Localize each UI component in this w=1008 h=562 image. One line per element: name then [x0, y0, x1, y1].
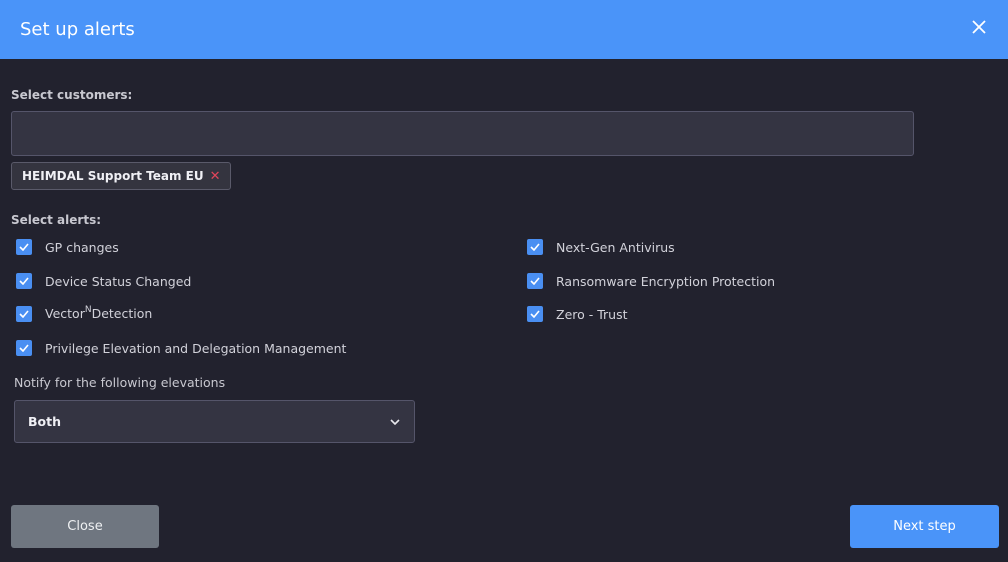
elevations-label: Notify for the following elevations	[14, 375, 226, 390]
alert-option-device-status[interactable]: Device Status Changed	[16, 271, 191, 291]
select-customers-label: Select customers:	[11, 88, 133, 102]
alert-label: VectorNDetection	[45, 305, 153, 322]
customer-chip: HEIMDAL Support Team EU ✕	[11, 162, 231, 190]
alert-label-tail: Detection	[91, 306, 153, 322]
customer-chip-label: HEIMDAL Support Team EU	[22, 169, 204, 183]
checkbox-checked-icon[interactable]	[527, 273, 543, 289]
next-step-button[interactable]: Next step	[850, 505, 999, 548]
alert-option-next-gen-antivirus[interactable]: Next-Gen Antivirus	[527, 237, 675, 257]
alert-label: Next-Gen Antivirus	[556, 239, 675, 255]
alert-option-gp-changes[interactable]: GP changes	[16, 237, 119, 257]
elevations-select[interactable]: Both	[14, 400, 415, 443]
alert-label: GP changes	[45, 239, 119, 255]
remove-chip-icon[interactable]: ✕	[210, 170, 221, 183]
alert-option-vectorn-detection[interactable]: VectorNDetection	[16, 304, 152, 324]
select-alerts-label: Select alerts:	[11, 213, 102, 227]
alert-label-main: Vector	[45, 306, 85, 322]
alert-option-privilege-elevation[interactable]: Privilege Elevation and Delegation Manag…	[16, 338, 346, 358]
elevations-select-value: Both	[28, 414, 61, 429]
alert-option-ransomware-encryption[interactable]: Ransomware Encryption Protection	[527, 271, 775, 291]
customer-search-input[interactable]	[11, 111, 914, 156]
dialog-title: Set up alerts	[20, 19, 135, 40]
checkbox-checked-icon[interactable]	[527, 239, 543, 255]
alert-label: Device Status Changed	[45, 273, 192, 289]
chevron-down-icon	[390, 418, 400, 425]
alert-label-sup: N	[84, 305, 92, 316]
checkbox-checked-icon[interactable]	[16, 239, 32, 255]
alert-label: Privilege Elevation and Delegation Manag…	[45, 340, 347, 356]
alert-option-zero-trust[interactable]: Zero - Trust	[527, 304, 628, 324]
dialog-header: Set up alerts	[0, 0, 1008, 59]
checkbox-checked-icon[interactable]	[16, 273, 32, 289]
checkbox-checked-icon[interactable]	[527, 306, 543, 322]
close-icon[interactable]	[970, 18, 988, 36]
checkbox-checked-icon[interactable]	[16, 306, 32, 322]
close-button[interactable]: Close	[11, 505, 159, 548]
alert-label: Zero - Trust	[556, 306, 628, 322]
checkbox-checked-icon[interactable]	[16, 340, 32, 356]
alert-label: Ransomware Encryption Protection	[556, 273, 776, 289]
